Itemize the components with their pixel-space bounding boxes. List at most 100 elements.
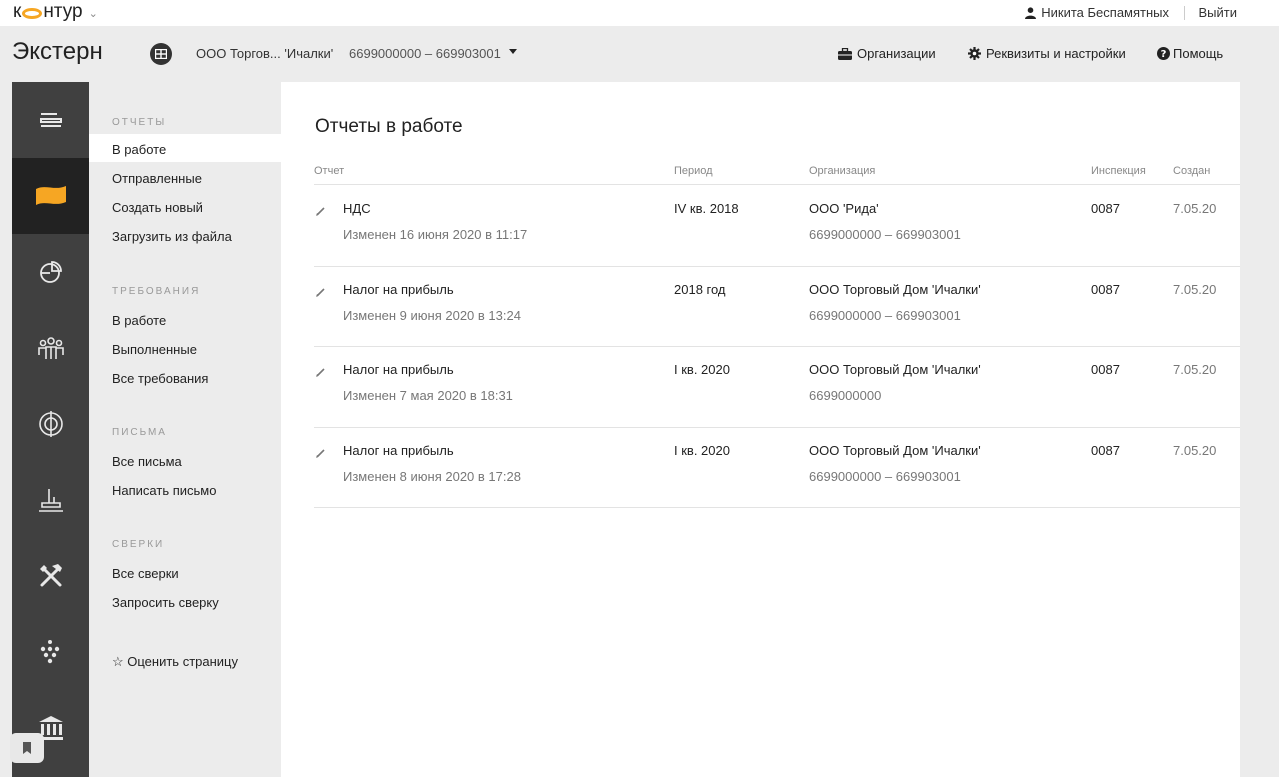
report-created: 7.05.20 (1173, 362, 1217, 377)
right-gutter (1240, 82, 1279, 777)
rate-page-link[interactable]: ☆ Оценить страницу (112, 654, 238, 670)
user-menu[interactable]: Никита Беспамятных (1025, 5, 1169, 20)
report-period: I кв. 2020 (674, 443, 730, 458)
caret-down-icon[interactable] (509, 49, 517, 54)
report-org-inn: 6699000000 (809, 388, 882, 403)
page-title: Отчеты в работе (315, 116, 463, 137)
report-org: ООО Торговый Дом 'Ичалки' (809, 282, 981, 297)
logo-ring-icon (22, 7, 43, 19)
report-created: 7.05.20 (1173, 443, 1217, 458)
table-row[interactable]: НДС Изменен 16 июня 2020 в 11:17 IV кв. … (281, 185, 1240, 266)
bookmark-icon (23, 742, 31, 754)
table-row[interactable]: Налог на прибыль Изменен 7 мая 2020 в 18… (281, 346, 1240, 427)
user-icon (1025, 6, 1037, 19)
report-org: ООО Торговый Дом 'Ичалки' (809, 443, 981, 458)
requirements-done-link[interactable]: Выполненные (112, 342, 197, 357)
requirements-in-work-link[interactable]: В работе (112, 313, 166, 328)
report-period: IV кв. 2018 (674, 201, 739, 216)
letters-all-link[interactable]: Все письма (112, 454, 182, 469)
report-inspection: 0087 (1091, 282, 1120, 297)
report-inspection: 0087 (1091, 362, 1120, 377)
user-name: Никита Беспамятных (1041, 5, 1169, 20)
product-title: Экстерн (12, 38, 103, 65)
report-period: 2018 год (674, 282, 726, 297)
rail-item-agro[interactable] (12, 614, 89, 690)
logout-link[interactable]: Выйти (1199, 5, 1238, 20)
gear-icon (968, 47, 981, 60)
letters-section-title: ПИСЬМА (112, 427, 167, 438)
factory-icon (38, 489, 63, 512)
reconciliations-all-link[interactable]: Все сверки (112, 566, 179, 581)
organizations-link[interactable]: Организации (838, 46, 936, 61)
pencil-icon (316, 449, 325, 458)
rail-item-menu[interactable] (12, 82, 89, 158)
svg-text:?: ? (1161, 49, 1167, 60)
logo-text-left: к (13, 1, 22, 22)
rail-item-tools[interactable] (12, 538, 89, 614)
chevron-down-icon[interactable]: ⌄ (89, 7, 98, 20)
org-inn[interactable]: 6699000000 – 669903001 (349, 46, 501, 61)
kontur-logo[interactable]: к нтур ⌄ (13, 1, 98, 23)
pencil-icon (316, 288, 325, 297)
people-icon (37, 337, 64, 359)
briefcase-icon (838, 47, 852, 60)
report-org-inn: 6699000000 – 669903001 (809, 227, 961, 242)
letters-write-link[interactable]: Написать письмо (112, 483, 216, 498)
app-header: Экстерн ООО Торгов... 'Ичалки' 669900000… (0, 26, 1279, 82)
pie-chart-icon (39, 261, 62, 283)
grapes-icon (40, 640, 59, 664)
report-inspection: 0087 (1091, 443, 1120, 458)
table-row[interactable]: Налог на прибыль Изменен 8 июня 2020 в 1… (281, 427, 1240, 508)
report-changed: Изменен 9 июня 2020 в 13:24 (343, 308, 521, 323)
report-name: Налог на прибыль (343, 282, 454, 297)
rail-item-focus[interactable] (12, 386, 89, 462)
help-icon: ? (1157, 47, 1170, 60)
reconciliations-request-link[interactable]: Запросить сверку (112, 595, 219, 610)
section-submenu: ОТЧЕТЫ В работе Отправленные Создать нов… (89, 82, 281, 777)
reports-sent-link[interactable]: Отправленные (112, 171, 202, 186)
rail-item-staff[interactable] (12, 310, 89, 386)
table-row[interactable]: Налог на прибыль Изменен 9 июня 2020 в 1… (281, 266, 1240, 347)
report-changed: Изменен 16 июня 2020 в 11:17 (343, 227, 528, 242)
tools-icon (39, 564, 62, 587)
rail-item-analytics[interactable] (12, 234, 89, 310)
report-name: Налог на прибыль (343, 362, 454, 377)
flag-icon (35, 186, 66, 205)
report-created: 7.05.20 (1173, 201, 1217, 216)
bookmark-button[interactable] (10, 733, 44, 763)
top-bar: к нтур ⌄ Никита Беспамятных Выйти (0, 0, 1279, 26)
help-label: Помощь (1173, 46, 1224, 61)
report-changed: Изменен 8 июня 2020 в 17:28 (343, 469, 521, 484)
column-header-period: Период (674, 165, 713, 177)
logo-text-right: нтур (43, 1, 83, 22)
org-name[interactable]: ООО Торгов... 'Ичалки' (196, 46, 333, 61)
column-header-created: Создан (1173, 165, 1211, 177)
settings-label: Реквизиты и настройки (986, 46, 1126, 61)
org-switch-icon[interactable] (150, 43, 172, 65)
report-org: ООО 'Рида' (809, 201, 879, 216)
report-org: ООО Торговый Дом 'Ичалки' (809, 362, 981, 377)
help-link[interactable]: ? Помощь (1157, 46, 1223, 61)
compass-icon (38, 411, 63, 437)
main-nav-rail (12, 82, 89, 777)
pencil-icon (316, 368, 325, 377)
report-name: НДС (343, 201, 371, 216)
requirements-all-link[interactable]: Все требования (112, 371, 208, 386)
reports-upload-link[interactable]: Загрузить из файла (112, 229, 232, 244)
settings-link[interactable]: Реквизиты и настройки (968, 46, 1126, 61)
row-divider (314, 507, 1240, 508)
column-header-organization: Организация (809, 165, 876, 177)
reports-create-link[interactable]: Создать новый (112, 200, 203, 215)
reconciliations-section-title: СВЕРКИ (112, 539, 165, 550)
report-period: I кв. 2020 (674, 362, 730, 377)
report-changed: Изменен 7 мая 2020 в 18:31 (343, 388, 513, 403)
report-org-inn: 6699000000 – 669903001 (809, 308, 961, 323)
column-header-report: Отчет (314, 165, 345, 177)
report-created: 7.05.20 (1173, 282, 1217, 297)
rail-item-reports[interactable] (12, 158, 89, 234)
report-inspection: 0087 (1091, 201, 1120, 216)
reports-in-work-link[interactable]: В работе (112, 142, 166, 157)
rail-item-production[interactable] (12, 462, 89, 538)
divider (1184, 6, 1185, 20)
pencil-icon (316, 207, 325, 216)
